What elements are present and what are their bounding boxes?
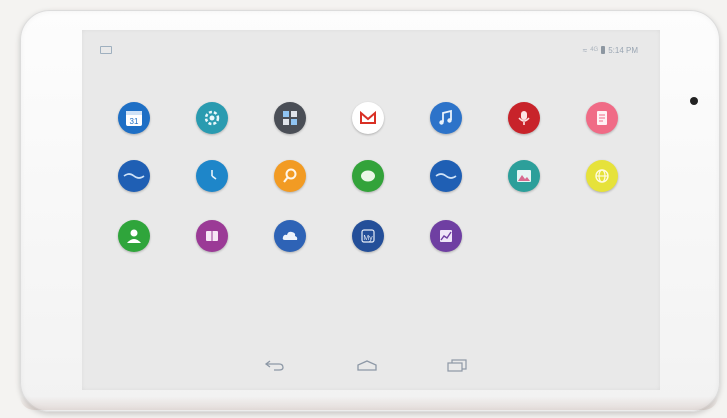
browser-icon bbox=[123, 173, 145, 179]
apps-app[interactable] bbox=[274, 102, 306, 134]
my-app-label: My bbox=[363, 235, 373, 242]
gmail-icon bbox=[360, 110, 376, 124]
browser-globe-icon bbox=[595, 169, 609, 183]
search-icon bbox=[283, 168, 297, 183]
cloud-app[interactable] bbox=[274, 220, 306, 252]
music-app[interactable] bbox=[430, 102, 462, 134]
my-app[interactable]: My bbox=[352, 220, 384, 252]
wifi-icon: ≈ bbox=[582, 45, 588, 55]
stocks-icon bbox=[440, 230, 452, 242]
settings-gear-icon bbox=[204, 110, 220, 126]
settings-app[interactable] bbox=[196, 102, 228, 134]
notes-icon bbox=[597, 111, 607, 125]
stocks-app[interactable] bbox=[430, 220, 462, 252]
back-icon bbox=[264, 360, 284, 371]
home-screen: ≈ 4G 5:14 PM 31 My bbox=[82, 30, 660, 390]
recent-apps-icon bbox=[447, 359, 467, 372]
calendar-icon: 31 bbox=[126, 111, 142, 126]
status-right: ≈ 4G 5:14 PM bbox=[583, 44, 638, 56]
home-icon bbox=[357, 360, 377, 371]
gallery-app[interactable] bbox=[508, 160, 540, 192]
calendar-app[interactable]: 31 bbox=[118, 102, 150, 134]
cloud-icon bbox=[282, 231, 298, 240]
clock-time: 5:14 PM bbox=[608, 45, 638, 55]
notification-screenshot-icon bbox=[100, 46, 112, 54]
home-button[interactable] bbox=[352, 355, 382, 375]
clock-icon bbox=[211, 170, 217, 180]
voice-recorder-app[interactable] bbox=[508, 102, 540, 134]
browser-app[interactable] bbox=[118, 160, 150, 192]
messaging-app[interactable] bbox=[352, 160, 384, 192]
email-icon bbox=[435, 173, 457, 179]
email-app[interactable] bbox=[430, 160, 462, 192]
battery-icon bbox=[601, 46, 606, 54]
my-app-icon: My bbox=[361, 229, 375, 243]
network-label: 4G bbox=[590, 47, 599, 53]
notes-app[interactable] bbox=[586, 102, 618, 134]
music-player-icon bbox=[439, 109, 452, 125]
calendar-day: 31 bbox=[130, 117, 139, 126]
ebook-app[interactable] bbox=[196, 220, 228, 252]
navigation-bar bbox=[82, 355, 660, 379]
ebook-icon bbox=[206, 231, 218, 241]
status-bar: ≈ 4G 5:14 PM bbox=[82, 30, 660, 55]
back-button[interactable] bbox=[260, 355, 290, 375]
globe-app[interactable] bbox=[586, 160, 618, 192]
apps-grid-icon bbox=[283, 111, 297, 125]
contacts-app[interactable] bbox=[118, 220, 150, 252]
voice-recorder-icon bbox=[518, 111, 530, 125]
gallery-icon bbox=[517, 170, 531, 182]
contacts-icon bbox=[127, 229, 141, 243]
clock-app[interactable] bbox=[196, 160, 228, 192]
gmail-app[interactable] bbox=[352, 102, 384, 134]
messaging-icon bbox=[361, 170, 375, 182]
recent-apps-button[interactable] bbox=[442, 355, 472, 375]
front-camera bbox=[690, 97, 698, 105]
tablet-edge bbox=[20, 396, 718, 410]
search-app[interactable] bbox=[274, 160, 306, 192]
